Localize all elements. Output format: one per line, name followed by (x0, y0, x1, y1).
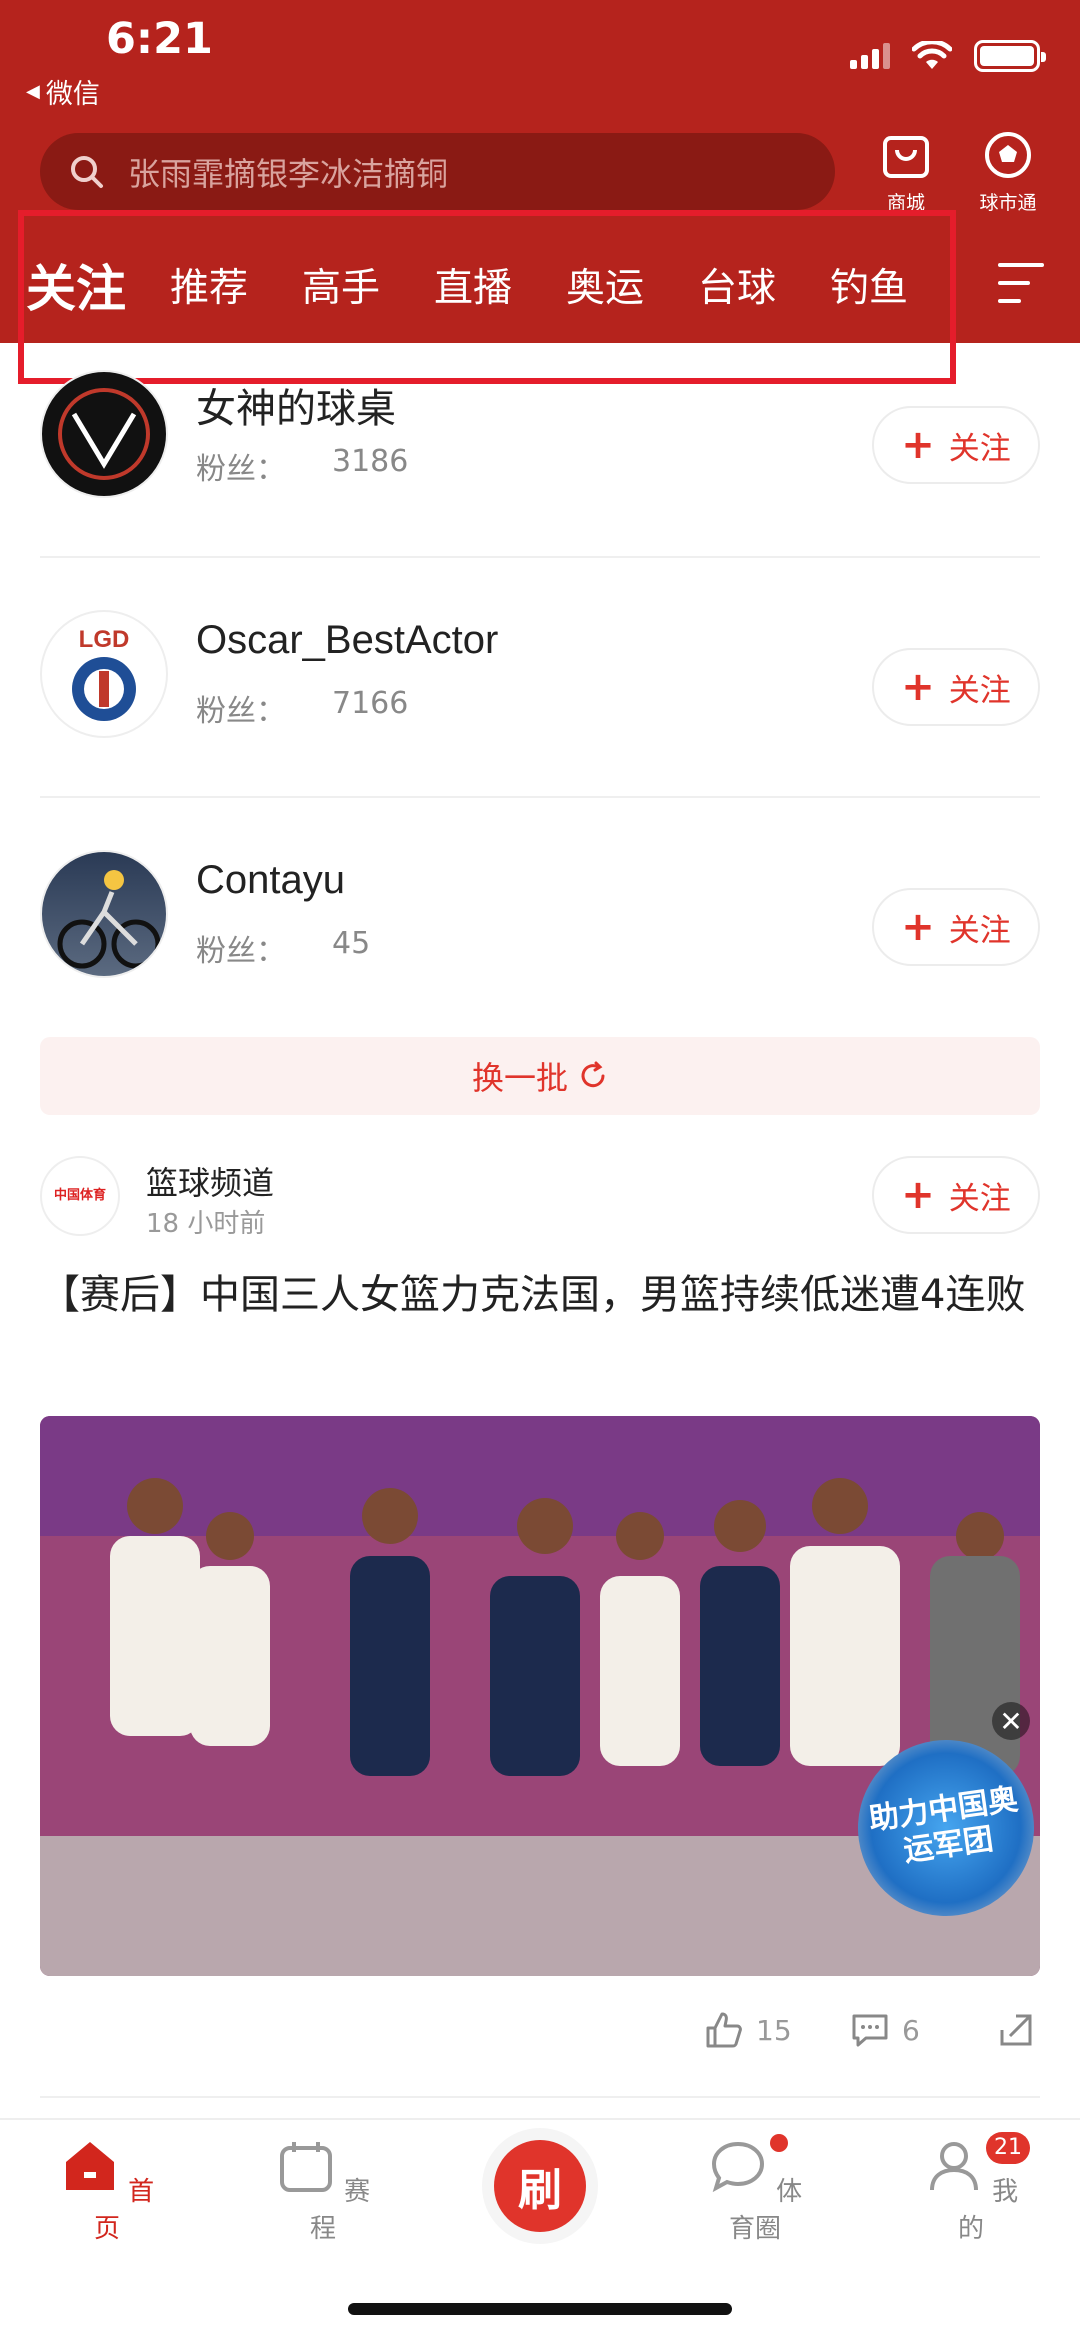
refresh-label: 换一批 (471, 1059, 568, 1097)
tab-recommend[interactable]: 推荐 (170, 257, 248, 313)
tab-billiards[interactable]: 台球 (698, 257, 776, 313)
follow-button[interactable]: + 关注 (872, 888, 1040, 966)
user-name: Oscar_BestActor (196, 618, 499, 662)
search-icon (71, 155, 103, 188)
shopping-bag-icon (883, 136, 929, 178)
avatar (40, 850, 168, 978)
comment-icon (852, 2014, 888, 2047)
fans-label: 粉丝： (196, 934, 286, 969)
status-time: 6:21 (106, 14, 213, 64)
share-button[interactable] (996, 2010, 1036, 2050)
mine-badge-count: 21 (986, 2132, 1030, 2164)
fans-count: 45 (332, 926, 371, 961)
battery-icon (974, 40, 1046, 72)
fans-label: 粉丝： (196, 452, 286, 487)
cyclist-photo-icon (57, 870, 161, 969)
chat-bubble-icon (711, 2141, 764, 2193)
post-time: 18 小时前 (146, 1209, 266, 1239)
plus-icon: + (901, 904, 935, 950)
follow-button[interactable]: + 关注 (872, 1156, 1040, 1234)
shop-label: 商城 (886, 192, 925, 214)
fans-count: 3186 (332, 444, 409, 479)
follow-label: 关注 (948, 912, 1011, 949)
post-image[interactable]: ✕ 助力中国奥运军团 (40, 1416, 1040, 1976)
tab-follow[interactable]: 关注 (26, 249, 126, 321)
comment-button[interactable]: 6 (850, 2010, 920, 2050)
like-button[interactable]: 15 (704, 2010, 792, 2050)
refresh-batch-button[interactable]: 换一批 (40, 1037, 1040, 1115)
search-bar[interactable]: 张雨霏摘银李冰洁摘铜 (40, 133, 835, 210)
category-tabs: 关注 推荐 高手 直播 奥运 台球 钓鱼 (0, 245, 1080, 325)
divider (40, 796, 1040, 798)
divider (40, 2096, 1040, 2098)
app-header: 6:21 ◀ 微信 张雨霏摘银李冰洁摘铜 商城 球市通 关注 推荐 高手 直播 … (0, 0, 1080, 343)
club-logo-icon: LGD (72, 626, 136, 721)
nav-refresh-feed[interactable]: 刷 (482, 2128, 598, 2244)
shop-button[interactable]: 商城 (861, 128, 951, 215)
refresh-icon (581, 1061, 605, 1088)
nav-sports-circle[interactable]: 体育圈 (700, 2138, 810, 2245)
home-icon (65, 2142, 114, 2190)
coins-label: 球市通 (979, 192, 1037, 214)
home-indicator (348, 2303, 732, 2315)
plus-icon: + (901, 422, 935, 468)
thumbs-up-icon (706, 2012, 742, 2048)
follow-button[interactable]: + 关注 (872, 648, 1040, 726)
post-title[interactable]: 【赛后】中国三人女篮力克法国，男篮持续低迷遭4连败 (40, 1263, 1050, 1327)
list-item[interactable]: 女神的球桌 粉丝： 3186 + 关注 (40, 364, 1040, 604)
tab-live[interactable]: 直播 (434, 257, 512, 313)
follow-button[interactable]: + 关注 (872, 406, 1040, 484)
nav-home[interactable]: 首页 (52, 2138, 162, 2245)
user-name: Contayu (196, 858, 345, 902)
user-icon (929, 2142, 978, 2191)
badge-logo-icon (58, 388, 150, 480)
nav-center-label: 刷 (494, 2140, 586, 2232)
tab-menu-icon[interactable] (998, 263, 1044, 309)
tab-experts[interactable]: 高手 (302, 257, 380, 313)
back-to-app-link[interactable]: ◀ 微信 (26, 72, 100, 111)
back-app-label: 微信 (45, 79, 100, 110)
cellular-signal-icon (850, 43, 890, 69)
plus-icon: + (901, 1172, 935, 1218)
tab-olympics[interactable]: 奥运 (566, 257, 644, 313)
fans-count: 7166 (332, 686, 409, 721)
avatar (40, 370, 168, 498)
svg-text:LGD: LGD (79, 626, 130, 653)
back-triangle-icon: ◀ (26, 81, 40, 102)
nav-schedule[interactable]: 赛程 (268, 2138, 378, 2245)
comment-count: 6 (902, 2013, 920, 2047)
tab-fishing[interactable]: 钓鱼 (830, 257, 908, 313)
list-item[interactable]: LGD Oscar_BestActor 粉丝： 7166 + 关注 (40, 590, 1040, 830)
follow-label: 关注 (948, 672, 1011, 709)
close-icon[interactable]: ✕ (992, 1702, 1030, 1740)
calendar-icon (279, 2142, 332, 2192)
fans-label: 粉丝： (196, 694, 286, 729)
user-name: 女神的球桌 (196, 387, 396, 431)
football-icon (985, 132, 1031, 178)
follow-label: 关注 (948, 1180, 1011, 1217)
wifi-icon (912, 41, 952, 69)
plus-icon: + (901, 664, 935, 710)
channel-avatar[interactable]: 中国体育 (40, 1156, 120, 1236)
share-icon (1000, 2014, 1032, 2046)
notification-dot (770, 2134, 788, 2152)
list-item[interactable]: Contayu 粉丝： 45 + 关注 (40, 830, 1040, 1070)
divider (40, 556, 1040, 558)
follow-label: 关注 (948, 430, 1011, 467)
avatar: LGD (40, 610, 168, 738)
coins-button[interactable]: 球市通 (963, 128, 1053, 215)
status-icons (850, 40, 1046, 72)
search-placeholder: 张雨霏摘银李冰洁摘铜 (128, 154, 449, 193)
channel-name[interactable]: 篮球频道 (146, 1158, 274, 1204)
like-count: 15 (756, 2013, 792, 2047)
